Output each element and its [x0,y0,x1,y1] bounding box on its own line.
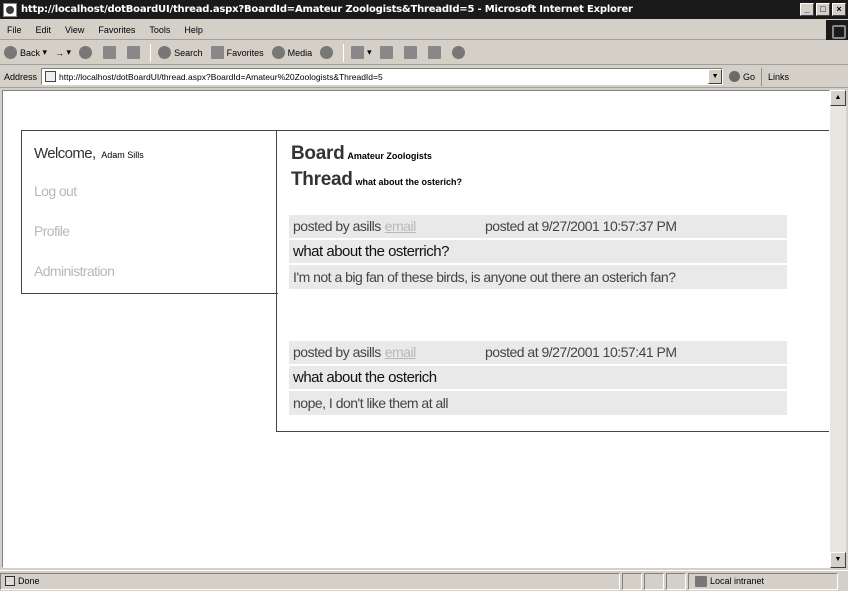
edit-icon [403,46,417,59]
windows-logo-icon [826,20,848,40]
post-subject: what about the osterrich? [289,240,787,265]
address-label: Address [4,71,38,82]
address-bar: Address http://localhost/dotBoardUI/thre… [0,66,848,88]
menu-edit[interactable]: Edit [29,25,59,35]
intranet-icon [695,575,707,587]
ie-icon [3,2,17,17]
status-pane [666,572,686,590]
media-button[interactable]: Media [268,43,317,63]
title-bar: http://localhost/dotBoardUI/thread.aspx?… [0,0,848,19]
print-icon [379,46,393,59]
discuss-icon [427,46,441,59]
menu-view[interactable]: View [58,25,91,35]
user-nav-panel: Welcome, Adam Sills Log out Profile Admi… [21,130,278,294]
post: posted by asills email posted at 9/27/200… [289,215,787,291]
status-bar: Done Local intranet [0,570,848,591]
forward-button[interactable]: → ▾ [51,43,75,63]
home-button[interactable] [123,43,147,63]
email-link[interactable]: email [385,218,416,234]
mail-icon [351,46,365,59]
post-timestamp: posted at 9/27/2001 10:57:37 PM [485,218,677,234]
page-viewport: Welcome, Adam Sills Log out Profile Admi… [2,90,830,568]
address-dropdown-icon[interactable]: ▼ [708,69,723,84]
menu-help[interactable]: Help [177,25,210,35]
discuss-button[interactable] [424,43,448,63]
page-icon [45,71,57,82]
links-button[interactable]: Links [761,67,789,86]
profile-link[interactable]: Profile [34,223,70,239]
email-link[interactable]: email [385,344,416,360]
security-zone: Local intranet [688,572,838,590]
page-done-icon [5,576,15,586]
logout-link[interactable]: Log out [34,183,77,199]
post-meta: posted by asills email posted at 9/27/200… [289,215,787,240]
post-author: posted by asills [293,218,381,234]
address-input[interactable]: http://localhost/dotBoardUI/thread.aspx?… [41,68,724,85]
mail-button[interactable]: ▾ [347,43,376,63]
back-arrow-icon [4,46,17,59]
thread-panel: Board Amateur Zoologists Thread what about… [276,130,829,432]
post: posted by asills email posted at 9/27/200… [289,341,787,417]
home-icon [127,46,141,59]
menu-tools[interactable]: Tools [142,25,177,35]
browser-window: http://localhost/dotBoardUI/thread.aspx?… [0,0,848,591]
scroll-up-icon[interactable]: ▲ [830,90,846,106]
menu-bar: File Edit View Favorites Tools Help [0,20,848,40]
go-arrow-icon [729,71,741,82]
vertical-scrollbar[interactable]: ▲ ▼ [830,90,846,568]
thread-name: what about the osterich? [355,177,463,187]
history-button[interactable] [316,43,340,63]
back-button[interactable]: Back ▾ [0,43,51,63]
stop-icon [79,46,93,59]
username: Adam Sills [101,150,144,160]
close-button[interactable]: × [832,3,846,16]
post-meta: posted by asills email posted at 9/27/200… [289,341,787,366]
scroll-down-icon[interactable]: ▼ [830,552,846,568]
status-pane [622,572,642,590]
status-text: Done [0,572,620,590]
messenger-button[interactable] [448,43,472,63]
standard-toolbar: Back ▾ → ▾ Search Favorites Media ▾ [0,41,848,65]
maximize-button[interactable]: □ [816,3,830,16]
post-body: I'm not a big fan of these birds, is any… [289,265,787,291]
print-button[interactable] [376,43,400,63]
window-title: http://localhost/dotBoardUI/thread.aspx?… [21,4,633,15]
stop-button[interactable] [75,43,99,63]
menu-favorites[interactable]: Favorites [91,25,142,35]
refresh-icon [103,46,117,59]
favorites-icon [210,46,224,59]
search-button[interactable]: Search [154,43,207,63]
toolbar-separator [343,43,345,62]
thread-heading: Thread what about the osterich? [291,169,463,190]
welcome-text: Welcome, Adam Sills [34,145,144,162]
messenger-icon [451,46,465,59]
history-icon [320,46,334,59]
go-button[interactable]: Go [723,71,761,82]
post-subject: what about the osterich [289,366,787,391]
post-author: posted by asills [293,344,381,360]
board-heading: Board Amateur Zoologists [291,143,432,164]
board-name: Amateur Zoologists [347,151,432,161]
search-icon [158,46,172,59]
address-value[interactable]: http://localhost/dotBoardUI/thread.aspx?… [59,72,708,82]
media-icon [271,46,285,59]
menu-file[interactable]: File [0,25,29,35]
refresh-button[interactable] [99,43,123,63]
administration-link[interactable]: Administration [34,263,115,279]
post-body: nope, I don't like them at all [289,391,787,417]
favorites-button[interactable]: Favorites [207,43,268,63]
post-timestamp: posted at 9/27/2001 10:57:41 PM [485,344,677,360]
toolbar-separator [150,43,152,62]
minimize-button[interactable]: _ [800,3,814,16]
status-pane [644,572,664,590]
edit-button[interactable] [400,43,424,63]
